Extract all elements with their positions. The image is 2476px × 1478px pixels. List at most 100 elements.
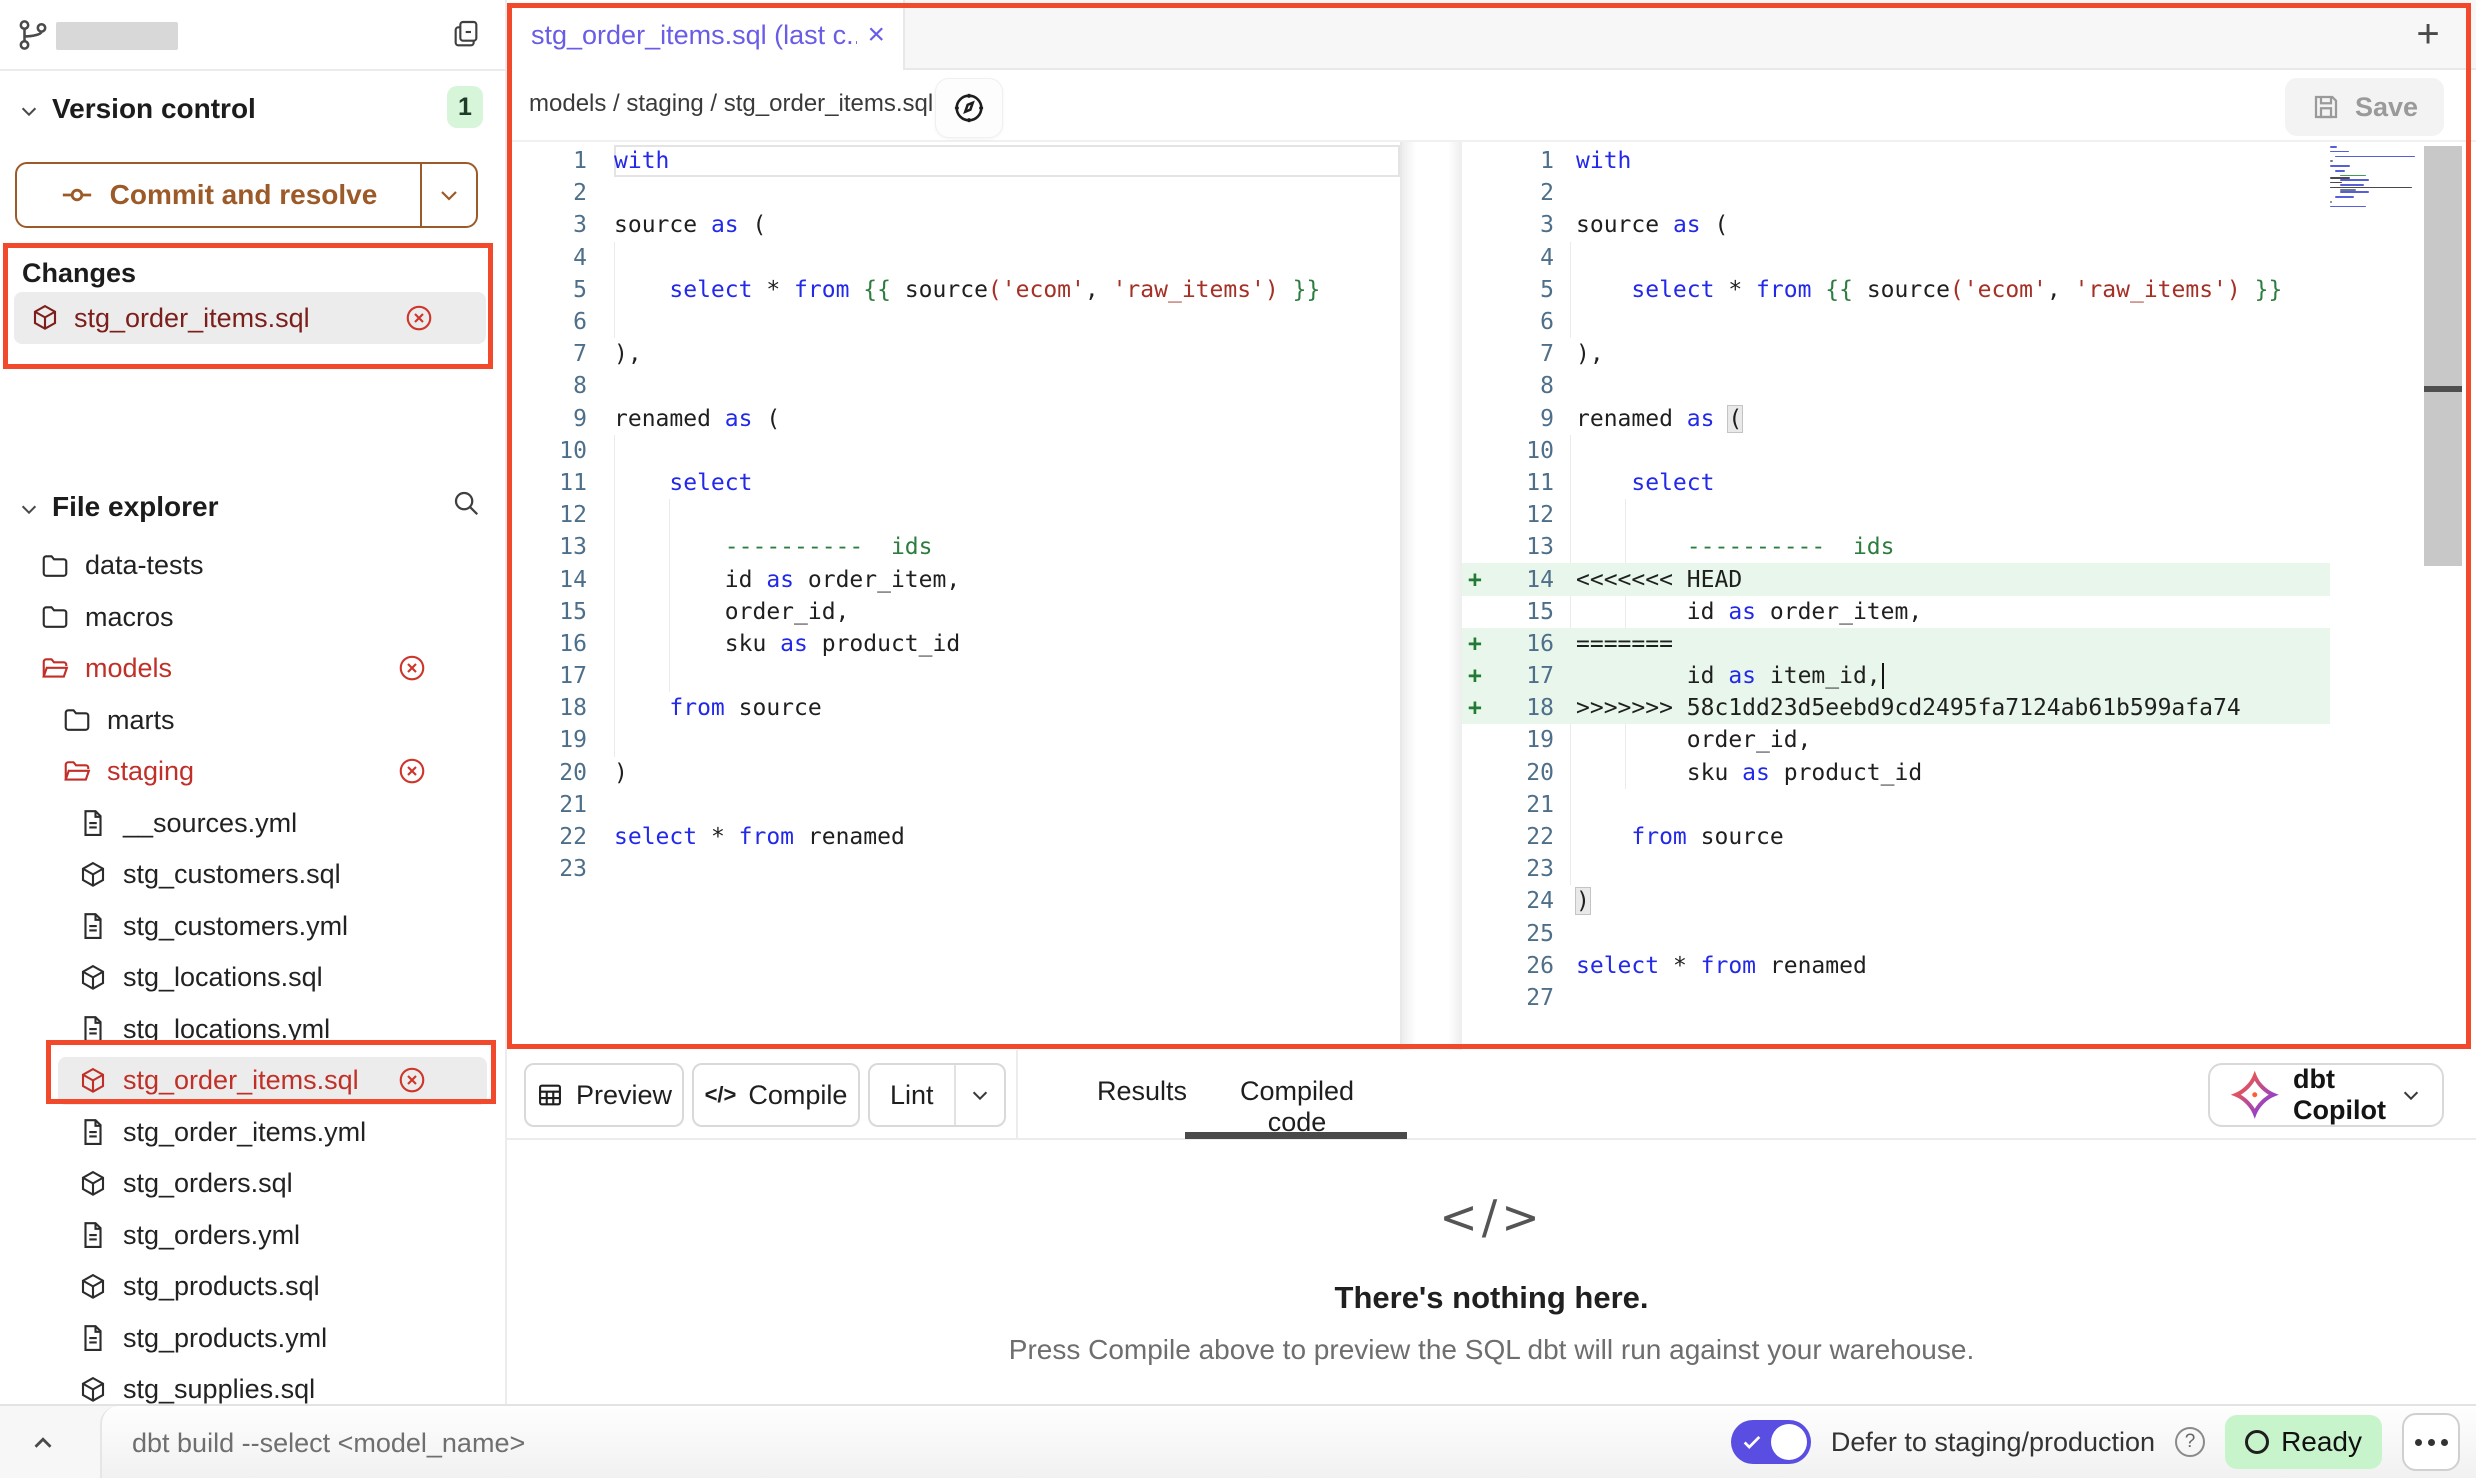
line-number: 6: [1498, 309, 1554, 335]
code-line-6: 6: [507, 306, 1400, 338]
line-number: 8: [1498, 373, 1554, 399]
tab-results[interactable]: Results: [1082, 1076, 1202, 1107]
conflict-x-icon[interactable]: [397, 653, 427, 683]
file-item-marts[interactable]: marts: [0, 695, 505, 747]
close-icon[interactable]: ×: [867, 20, 885, 50]
empty-state-title: There's nothing here.: [507, 1280, 2476, 1316]
defer-toggle[interactable]: [1731, 1420, 1811, 1464]
editor-pane-modified[interactable]: 1with23source as (45 select * from {{ so…: [1462, 142, 2476, 1050]
code-line-2: 2: [1462, 177, 2330, 209]
file-item-label: stg_locations.yml: [123, 1014, 330, 1045]
conflict-x-icon[interactable]: [397, 1065, 427, 1095]
lint-dropdown-button[interactable]: [954, 1065, 1004, 1125]
conflict-x-icon[interactable]: [397, 756, 427, 786]
command-input[interactable]: [130, 1420, 834, 1466]
file-item-stg_order_items.sql[interactable]: stg_order_items.sql: [0, 1055, 505, 1107]
minimap[interactable]: [2330, 146, 2418, 211]
new-tab-button[interactable]: +: [2406, 12, 2450, 56]
defer-label: Defer to staging/production: [1831, 1427, 2155, 1458]
file-item-label: stg_customers.sql: [123, 859, 341, 890]
code-line-12: 12: [507, 499, 1400, 531]
file-item-models[interactable]: models: [0, 643, 505, 695]
file-item-stg_order_items.yml[interactable]: stg_order_items.yml: [0, 1107, 505, 1159]
code-line-10: 10: [1462, 435, 2330, 467]
status-badge: Ready: [2225, 1415, 2382, 1469]
tab-stg-order-items[interactable]: stg_order_items.sql (last c... ×: [507, 0, 905, 70]
tab-compiled-code[interactable]: Compiled code: [1207, 1076, 1387, 1138]
preview-button[interactable]: Preview: [524, 1063, 684, 1127]
file-item-macros[interactable]: macros: [0, 592, 505, 644]
code-line-8: 8: [1462, 370, 2330, 402]
chevron-down-icon: [18, 498, 40, 520]
file-item-stg_products.sql[interactable]: stg_products.sql: [0, 1261, 505, 1313]
file-explorer-section[interactable]: File explorer: [0, 486, 505, 530]
save-button[interactable]: Save: [2285, 78, 2444, 136]
commit-dropdown-button[interactable]: [420, 164, 476, 226]
file-item-staging[interactable]: staging: [0, 746, 505, 798]
lint-button-label[interactable]: Lint: [870, 1065, 954, 1125]
line-number: 16: [1498, 631, 1554, 657]
diff-added-marker: +: [1462, 695, 1498, 721]
file-item-stg_orders.sql[interactable]: stg_orders.sql: [0, 1158, 505, 1210]
file-item-label: macros: [85, 602, 174, 633]
lint-button-group[interactable]: Lint: [868, 1063, 1006, 1127]
model-cube-icon: [78, 963, 108, 993]
copy-icon[interactable]: [451, 18, 483, 50]
line-number: 2: [1498, 180, 1554, 206]
changes-title: Changes: [22, 258, 136, 289]
changes-file-name: stg_order_items.sql: [74, 303, 310, 334]
editor-pane-original[interactable]: 1with23source as (45 select * from {{ so…: [507, 142, 1400, 1050]
file-item-stg_locations.sql[interactable]: stg_locations.sql: [0, 952, 505, 1004]
git-branch-icon: [16, 18, 50, 52]
code-line-16: +16=======: [1462, 628, 2330, 660]
file-item-data-tests[interactable]: data-tests: [0, 540, 505, 592]
file-item-stg_customers.sql[interactable]: stg_customers.sql: [0, 849, 505, 901]
copilot-button-label: dbt Copilot: [2293, 1064, 2386, 1126]
file-item-stg_customers.yml[interactable]: stg_customers.yml: [0, 901, 505, 953]
save-button-label: Save: [2355, 92, 2418, 123]
tab-label: stg_order_items.sql (last c...: [531, 20, 857, 51]
copilot-compass-button[interactable]: [935, 78, 1003, 138]
changes-file-row[interactable]: stg_order_items.sql: [14, 292, 486, 344]
line-number: 20: [507, 760, 587, 786]
code-line-8: 8: [507, 370, 1400, 402]
help-icon[interactable]: ?: [2175, 1427, 2205, 1457]
overview-ruler[interactable]: [2424, 146, 2462, 566]
code-line-13: 13 ---------- ids: [1462, 531, 2330, 563]
breadcrumb: models / staging / stg_order_items.sql: [529, 90, 933, 118]
line-number: 13: [1498, 534, 1554, 560]
line-number: 11: [507, 470, 587, 496]
file-item-label: stg_order_items.yml: [123, 1117, 366, 1148]
file-icon: [78, 1323, 108, 1353]
model-cube-icon: [78, 1066, 108, 1096]
file-explorer-list: data-tests macros models marts staging __sour…: [0, 540, 505, 1416]
line-number: 23: [1498, 856, 1554, 882]
file-item-label: marts: [107, 705, 175, 736]
more-options-button[interactable]: [2402, 1413, 2460, 1471]
line-number: 5: [1498, 277, 1554, 303]
breadcrumb-bar: models / staging / stg_order_items.sql S…: [507, 70, 2476, 142]
code-line-19: 19 order_id,: [1462, 724, 2330, 756]
file-item-stg_products.yml[interactable]: stg_products.yml: [0, 1313, 505, 1365]
dbt-copilot-button[interactable]: dbt Copilot: [2208, 1063, 2444, 1127]
commit-and-resolve-button[interactable]: Commit and resolve: [15, 162, 478, 228]
file-item-label: stg_products.sql: [123, 1271, 320, 1302]
file-item-label: staging: [107, 756, 194, 787]
line-number: 1: [1498, 148, 1554, 174]
code-line-9: 9renamed as (: [1462, 403, 2330, 435]
code-line-18: +18>>>>>>> 58c1dd23d5eebd9cd2495fa7124ab…: [1462, 692, 2330, 724]
file-item-stg_orders.yml[interactable]: stg_orders.yml: [0, 1210, 505, 1262]
line-number: 17: [1498, 663, 1554, 689]
model-cube-icon: [30, 303, 60, 333]
conflict-x-icon[interactable]: [404, 303, 434, 333]
version-control-section[interactable]: Version control 1: [0, 88, 505, 132]
empty-state-subtitle: Press Compile above to preview the SQL d…: [507, 1334, 2476, 1366]
bottom-toolbar: Preview </> Compile Lint Results Compile…: [507, 1050, 2476, 1140]
panel-collapse-chevron[interactable]: [28, 1428, 58, 1458]
active-tab-underline: [1185, 1132, 1407, 1139]
code-line-14: +14<<<<<<< HEAD: [1462, 563, 2330, 595]
search-icon[interactable]: [451, 488, 481, 518]
compile-button[interactable]: </> Compile: [692, 1063, 860, 1127]
file-item-__sources.yml[interactable]: __sources.yml: [0, 798, 505, 850]
file-item-stg_locations.yml[interactable]: stg_locations.yml: [0, 1004, 505, 1056]
